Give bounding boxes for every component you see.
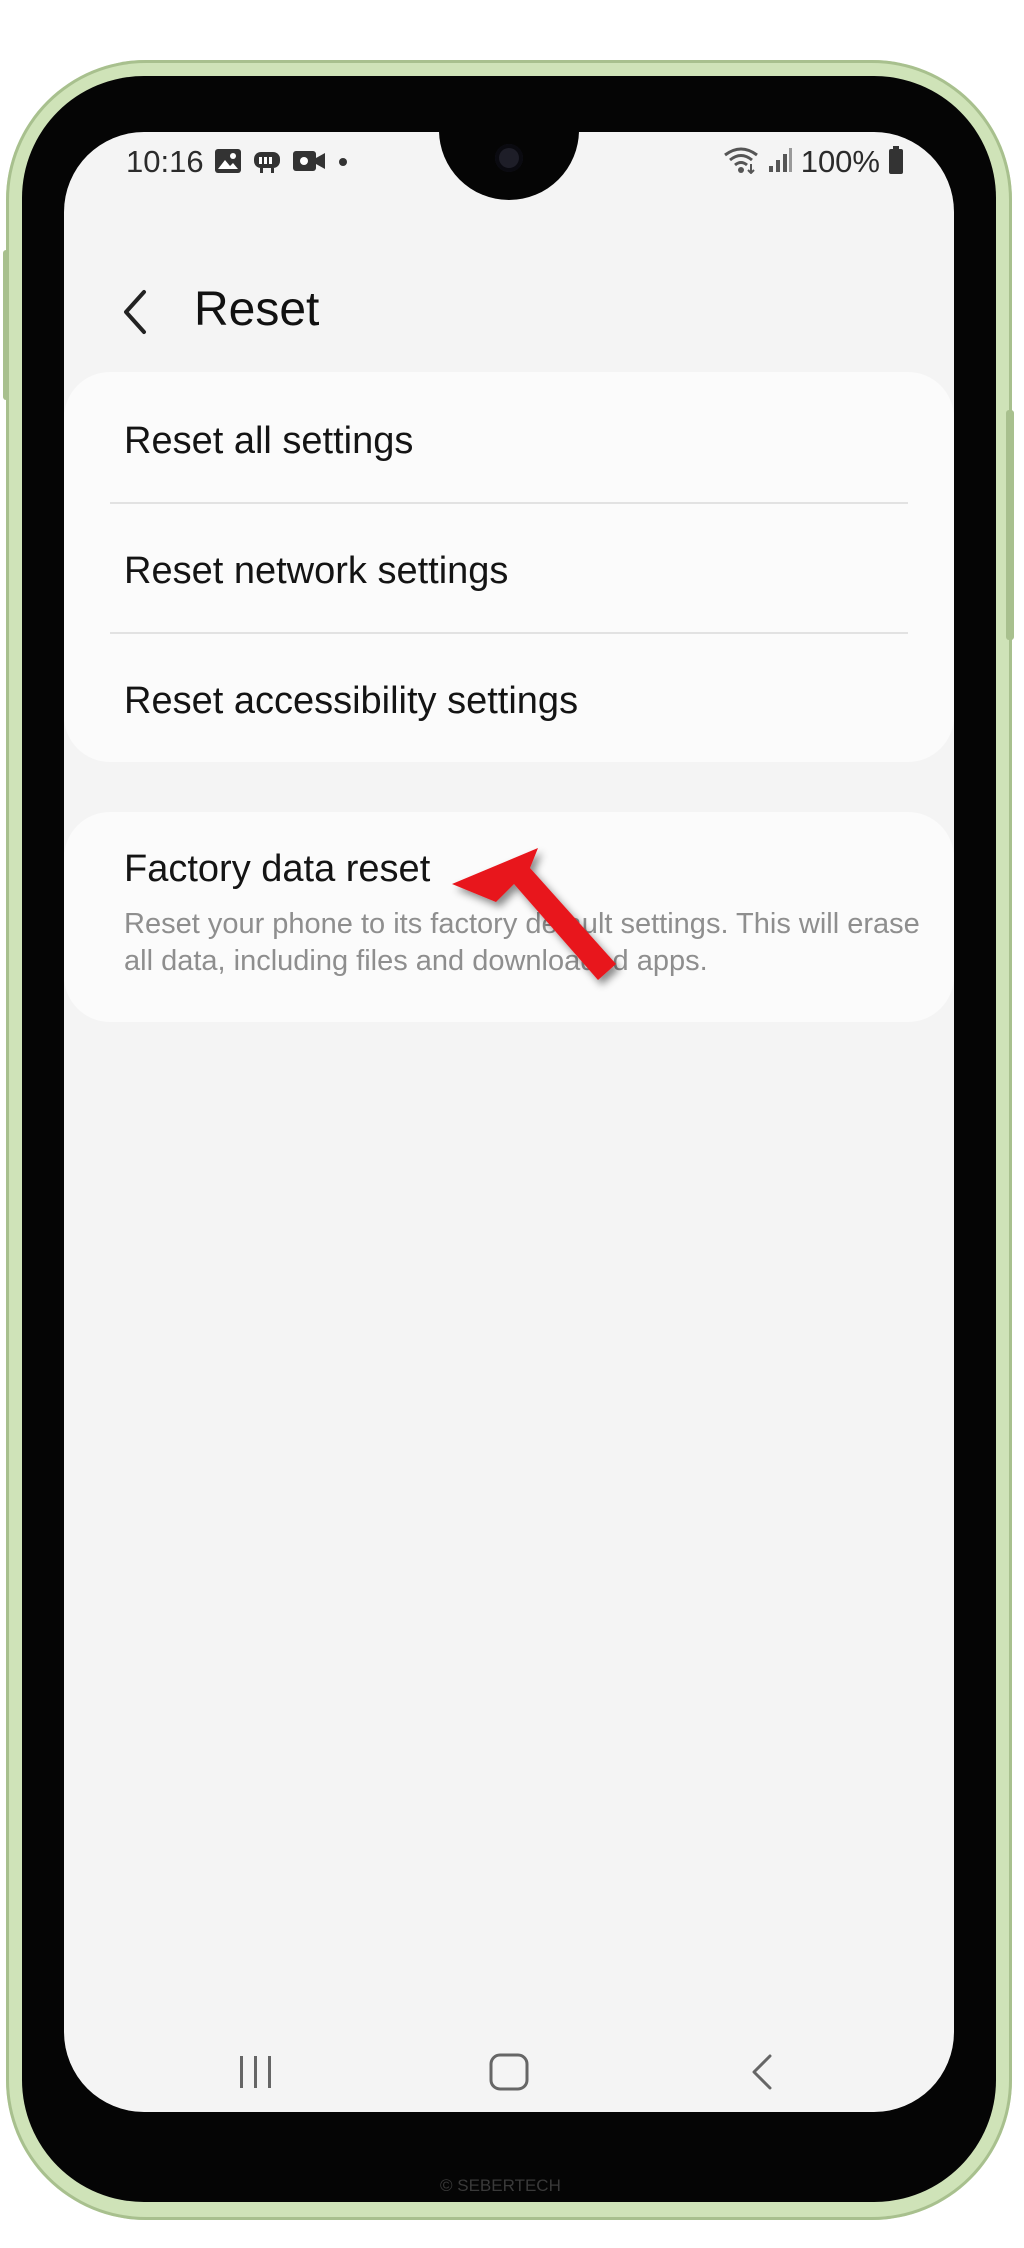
recent-apps-icon[interactable]: [236, 2052, 276, 2097]
home-icon[interactable]: [487, 2052, 531, 2097]
menu-item-label: Reset accessibility settings: [124, 680, 579, 722]
battery-percent: 100%: [800, 144, 880, 179]
game-controller-icon: [252, 148, 282, 179]
wifi-icon: [723, 146, 759, 179]
chevron-left-icon: [124, 290, 146, 334]
video-camera-icon: [292, 148, 326, 179]
battery-icon: [888, 145, 904, 180]
watermark: © SEBERTECH: [440, 2176, 561, 2195]
back-button[interactable]: [114, 282, 154, 342]
factory-data-reset-description: Reset your phone to its factory default …: [124, 908, 920, 977]
power-button: [1006, 410, 1014, 640]
gallery-icon: [214, 148, 242, 179]
phone-screen: 10:16 100% Reset Reset all settings Rese…: [64, 132, 954, 2112]
menu-item-label: Reset network settings: [124, 550, 509, 592]
factory-data-reset-label[interactable]: Factory data reset: [124, 848, 430, 891]
volume-button: [3, 250, 9, 400]
menu-item-reset-accessibility-settings[interactable]: Reset accessibility settings: [64, 634, 954, 762]
menu-item-reset-all-settings[interactable]: Reset all settings: [64, 372, 954, 502]
navigation-bar: [64, 2052, 954, 2112]
page-title: Reset: [194, 283, 320, 336]
menu-item-label: Reset all settings: [124, 420, 414, 462]
notification-dot-icon: [336, 148, 350, 179]
status-time: 10:16: [126, 144, 204, 179]
menu-item-reset-network-settings[interactable]: Reset network settings: [64, 504, 954, 632]
signal-icon: [767, 146, 793, 179]
status-bar: 10:16 100%: [64, 132, 954, 192]
back-icon[interactable]: [742, 2052, 782, 2097]
reset-options-card: Reset all settings Reset network setting…: [64, 372, 954, 762]
